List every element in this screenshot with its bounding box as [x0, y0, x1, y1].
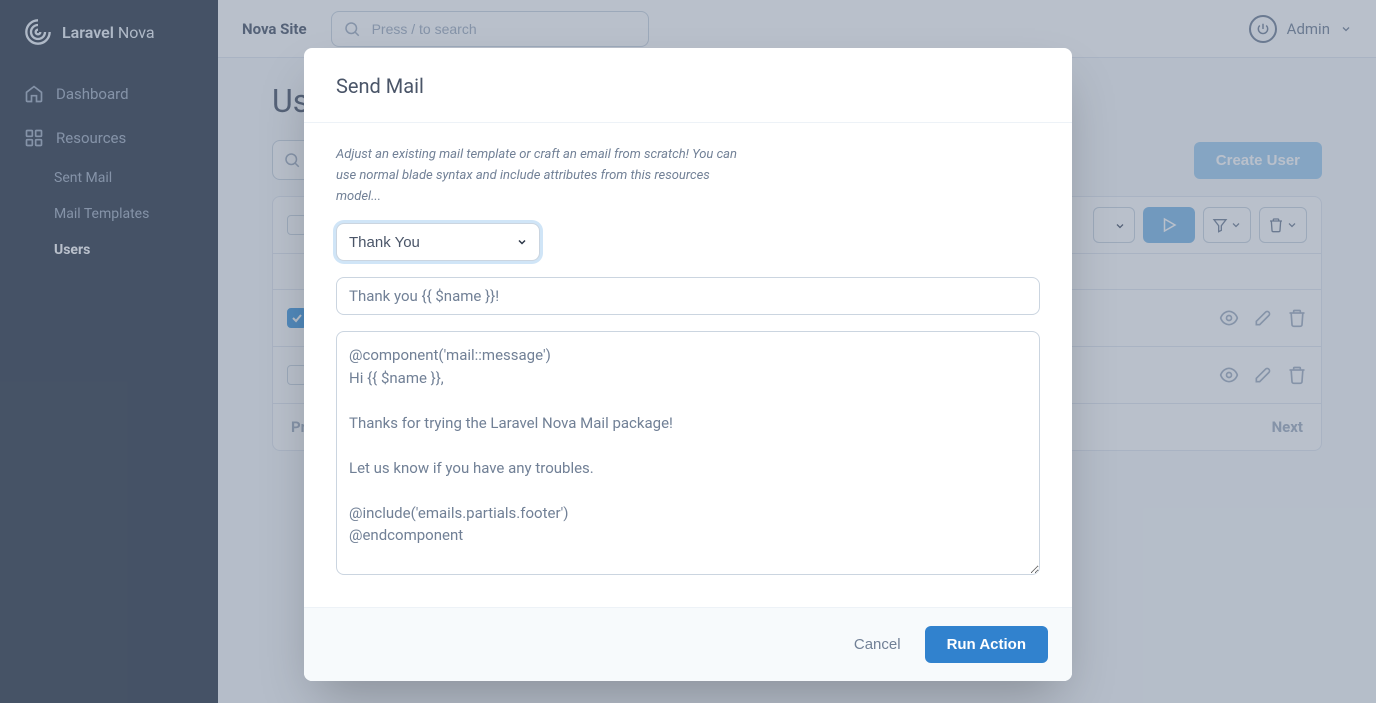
send-mail-modal: Send Mail Adjust an existing mail templa… [304, 48, 1072, 681]
modal-help-text: Adjust an existing mail template or craf… [336, 145, 746, 207]
template-select[interactable]: Thank You [336, 223, 540, 261]
subject-input[interactable] [336, 277, 1040, 315]
modal-title: Send Mail [336, 74, 1040, 98]
modal-footer: Cancel Run Action [304, 607, 1072, 681]
modal-body: Adjust an existing mail template or craf… [304, 123, 1072, 607]
template-select-wrap: Thank You [336, 223, 540, 261]
modal-header: Send Mail [304, 48, 1072, 123]
cancel-button[interactable]: Cancel [854, 636, 901, 653]
modal-overlay[interactable]: Send Mail Adjust an existing mail templa… [0, 0, 1376, 703]
body-textarea[interactable]: @component('mail::message') Hi {{ $name … [336, 331, 1040, 575]
run-action-button[interactable]: Run Action [925, 626, 1048, 663]
